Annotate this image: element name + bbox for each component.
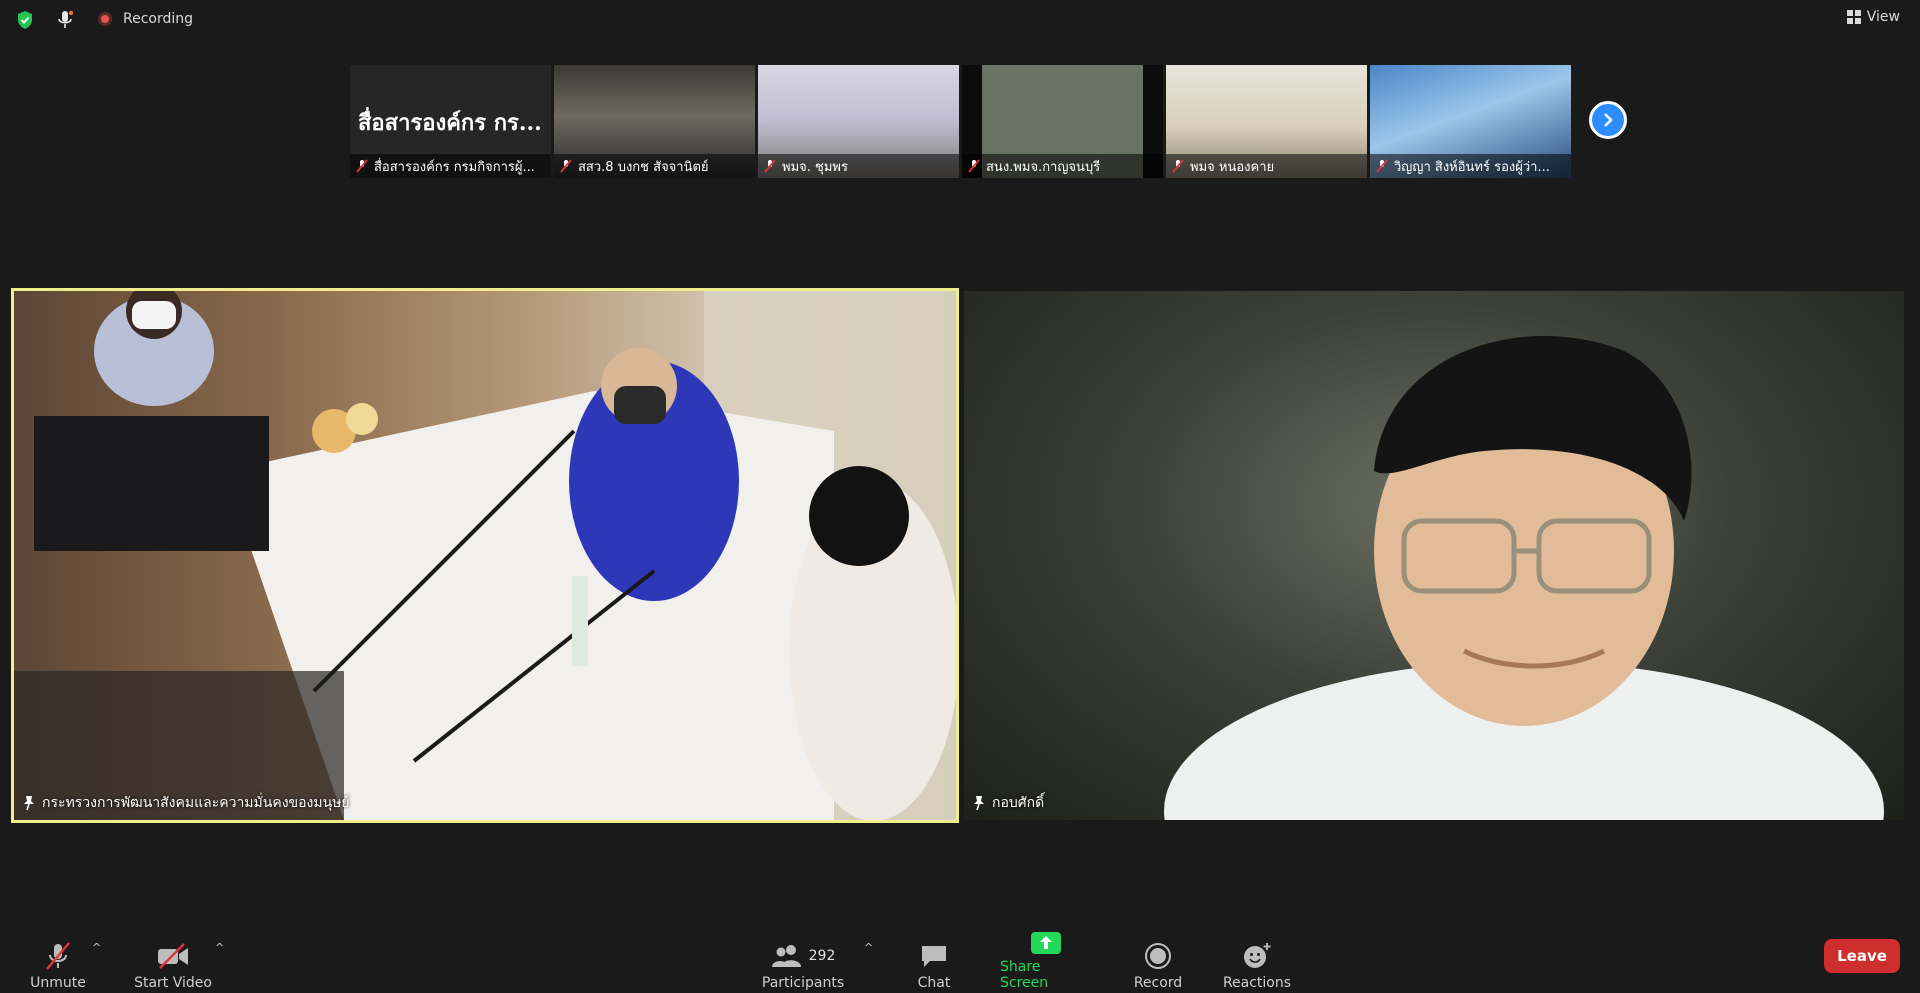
audio-status-icon[interactable] <box>54 9 76 31</box>
participant-name: พมจ. ชุมพร <box>782 159 848 175</box>
audio-options-caret-icon[interactable]: ^ <box>92 941 101 954</box>
view-label: View <box>1866 9 1900 25</box>
muted-mic-icon <box>356 159 368 173</box>
video-off-icon <box>156 941 190 971</box>
participants-options-caret-icon[interactable]: ^ <box>864 941 873 954</box>
active-speaker-video[interactable]: กระทรวงการพัฒนาสังคมและความมั่นคงของมนุษ… <box>11 288 959 823</box>
participants-label: Participants <box>761 975 845 991</box>
participants-button[interactable]: 292 Participants <box>760 933 846 993</box>
view-button[interactable]: View <box>1846 9 1900 25</box>
participants-count: 292 <box>808 948 836 964</box>
start-video-button[interactable]: Start Video <box>133 933 213 993</box>
unmute-button[interactable]: Unmute <box>28 933 88 993</box>
share-screen-icon <box>1030 931 1062 955</box>
share-screen-label: Share Screen <box>1000 959 1049 991</box>
participant-thumbnail-strip: สื่อสารองค์กร กร... สื่อสารองค์กร กรมกิจ… <box>350 65 1571 178</box>
record-button[interactable]: Record <box>1130 933 1186 993</box>
participant-name: สนง.พมจ.กาญจนบุรี <box>986 159 1101 175</box>
meeting-top-bar: Recording View <box>0 0 1920 40</box>
chat-label: Chat <box>917 975 951 991</box>
participant-name: สื่อสารองค์กร กรมกิจการผู้... <box>374 159 535 175</box>
participant-thumbnail[interactable]: พมจ หนองคาย <box>1166 65 1367 178</box>
participant-thumbnail[interactable]: พมจ. ชุมพร <box>758 65 959 178</box>
recording-label: Recording <box>123 11 194 27</box>
participant-name: วิญญา สิงห์อินทร์ รองผู้ว่า... <box>1394 159 1550 175</box>
reactions-button[interactable]: Reactions <box>1222 933 1292 993</box>
participant-name-bar: สนง.พมจ.กาญจนบุรี <box>962 154 1163 178</box>
muted-mic-icon <box>43 941 73 971</box>
participant-thumbnail[interactable]: วิญญา สิงห์อินทร์ รองผู้ว่า... <box>1370 65 1571 178</box>
unmute-label: Unmute <box>30 975 86 991</box>
participant-thumbnail[interactable]: สื่อสารองค์กร กร... สื่อสารองค์กร กรมกิจ… <box>350 65 551 178</box>
muted-mic-icon <box>764 159 776 173</box>
chat-button[interactable]: Chat <box>908 933 960 993</box>
participant-thumbnail[interactable]: สนง.พมจ.กาญจนบุรี <box>962 65 1163 178</box>
muted-mic-icon <box>1172 159 1184 173</box>
participant-video-main[interactable]: กอบศักดิ์ <box>964 291 1904 820</box>
next-page-button[interactable] <box>1589 101 1627 139</box>
muted-mic-icon <box>968 159 980 173</box>
active-speaker-name: กระทรวงการพัฒนาสังคมและความมั่นคงของมนุษ… <box>42 795 350 811</box>
participant-name-bar: พมจ. ชุมพร <box>758 154 959 178</box>
pin-icon <box>24 796 34 811</box>
active-speaker-name-tag: กระทรวงการพัฒนาสังคมและความมั่นคงของมนุษ… <box>22 792 350 814</box>
participant-name-bar: พมจ หนองคาย <box>1166 154 1367 178</box>
chevron-right-icon <box>1604 113 1613 127</box>
muted-mic-icon <box>560 159 572 173</box>
start-video-label: Start Video <box>134 975 212 991</box>
chat-icon <box>920 941 948 971</box>
participant-name: สสว.8 บงกช สัจจานิตย์ <box>578 159 709 175</box>
muted-mic-icon <box>1376 159 1388 173</box>
share-screen-button[interactable]: Share Screen <box>1000 931 1092 993</box>
participant-name-bar: สสว.8 บงกช สัจจานิตย์ <box>554 154 755 178</box>
participant-name: พมจ หนองคาย <box>1190 159 1275 175</box>
participant-name-bar: สื่อสารองค์กร กรมกิจการผู้... <box>350 154 551 178</box>
reactions-label: Reactions <box>1222 975 1292 991</box>
meeting-room-scene <box>14 291 956 820</box>
video-options-caret-icon[interactable]: ^ <box>215 941 224 954</box>
recording-indicator-icon <box>98 12 112 26</box>
participant-main-name-tag: กอบศักดิ์ <box>972 792 1044 814</box>
participant-name-bar: วิญญา สิงห์อินทร์ รองผู้ว่า... <box>1370 154 1571 178</box>
meeting-controls-toolbar: Unmute ^ Start Video ^ 292 Participants … <box>0 931 1920 993</box>
participant-thumbnail[interactable]: สสว.8 บงกช สัจจานิตย์ <box>554 65 755 178</box>
speaker-portrait <box>1164 336 1884 820</box>
encryption-shield-icon[interactable] <box>14 9 36 31</box>
participant-display-name: สื่อสารองค์กร กร... <box>358 110 542 136</box>
pin-icon <box>974 796 984 811</box>
record-icon <box>1144 941 1172 971</box>
grid-view-icon <box>1846 10 1861 24</box>
leave-meeting-button[interactable]: Leave <box>1824 939 1900 973</box>
record-label: Record <box>1133 975 1183 991</box>
participants-icon <box>771 945 801 967</box>
reactions-icon <box>1242 941 1272 971</box>
participant-main-name: กอบศักดิ์ <box>992 795 1045 811</box>
participants-icon-group: 292 <box>771 941 836 971</box>
